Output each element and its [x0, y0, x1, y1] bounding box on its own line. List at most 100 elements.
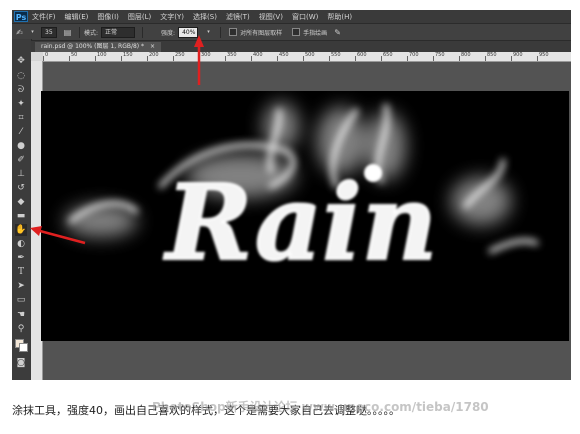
- magic-wand-tool-icon[interactable]: ✦: [15, 98, 27, 110]
- strength-input[interactable]: 40%: [178, 26, 199, 38]
- menu-file[interactable]: 文件(F): [32, 12, 56, 22]
- pressure-icon[interactable]: ✎: [333, 28, 342, 37]
- rain-artwork-text: Rain: [163, 161, 437, 284]
- ruler-tick-line: [407, 56, 408, 61]
- ruler-tick-label: 350: [227, 52, 237, 58]
- menu-window[interactable]: 窗口(W): [292, 12, 318, 22]
- smoke-text-artwork: Rain: [65, 102, 539, 285]
- shape-tool-icon[interactable]: ▭: [15, 294, 27, 306]
- mode-label: 模式:: [84, 29, 99, 37]
- clone-stamp-tool-icon[interactable]: ⊥: [15, 168, 27, 180]
- document-tab-label: rain.psd @ 100% (图层 1, RGB/8) *: [41, 43, 145, 50]
- ruler-tick-label: 0: [45, 52, 49, 58]
- photoshop-logo: Ps: [14, 11, 28, 22]
- sample-all-layers-checkbox[interactable]: [229, 28, 238, 36]
- ruler-tick-line: [95, 56, 96, 61]
- ruler-tick-line: [43, 56, 44, 61]
- finger-painting-checkbox[interactable]: [292, 28, 301, 36]
- path-selection-tool-icon[interactable]: ➤: [15, 280, 27, 292]
- document-canvas[interactable]: Rain: [41, 91, 569, 341]
- lasso-tool-icon[interactable]: ᘐ: [15, 84, 27, 96]
- ruler-tick-line: [303, 56, 304, 61]
- document-tab-bar: rain.psd @ 100% (图层 1, RGB/8) * ×: [31, 41, 571, 52]
- chevron-down-icon[interactable]: ▾: [30, 28, 35, 37]
- menu-select[interactable]: 选择(S): [193, 12, 217, 22]
- close-icon[interactable]: ×: [150, 43, 155, 50]
- move-tool-icon[interactable]: ✥: [15, 55, 27, 67]
- ruler-tick-line: [433, 56, 434, 61]
- ruler-tick-label: 250: [175, 52, 185, 58]
- ruler-tick-label: 150: [123, 52, 133, 58]
- menu-help[interactable]: 帮助(H): [327, 12, 352, 22]
- ruler-tick-label: 500: [305, 52, 315, 58]
- menu-filter[interactable]: 滤镜(T): [226, 12, 250, 22]
- history-brush-tool-icon[interactable]: ↺: [15, 182, 27, 194]
- mode-select[interactable]: 正常: [101, 26, 136, 38]
- ruler-tick-label: 200: [149, 52, 159, 58]
- brush-size-picker[interactable]: 35: [41, 26, 57, 38]
- dodge-tool-icon[interactable]: ◐: [15, 238, 27, 250]
- crop-tool-icon[interactable]: ⌗: [15, 112, 27, 124]
- ruler-origin[interactable]: [31, 52, 43, 61]
- ruler-tick-line: [381, 56, 382, 61]
- watermark: PhotoShop新手设计论坛 www.uneco.com/tieba/1780: [152, 400, 489, 414]
- ruler-tick-line: [537, 56, 538, 61]
- quick-mask-icon[interactable]: ◙: [15, 357, 27, 369]
- ruler-tick-line: [69, 56, 70, 61]
- tools-panel: ✥ ◌ ᘐ ✦ ⌗ ⁄ ● ✐ ⊥ ↺ ◆ ▬ ✋ ◐ ✒ T ➤ ▭ ☚ ⚲ …: [12, 39, 32, 380]
- ruler-tick-line: [355, 56, 356, 61]
- ruler-tick-line: [147, 56, 148, 61]
- document-tab[interactable]: rain.psd @ 100% (图层 1, RGB/8) * ×: [35, 42, 161, 52]
- ruler-tick-label: 450: [279, 52, 289, 58]
- ruler-tick-line: [225, 56, 226, 61]
- color-swatches-icon[interactable]: [15, 339, 28, 352]
- ruler-tick-label: 600: [357, 52, 367, 58]
- finger-painting-label: 手指绘画: [303, 29, 328, 37]
- ruler-tick-label: 650: [383, 52, 393, 58]
- ruler-tick-line: [251, 56, 252, 61]
- ruler-tick-line: [121, 56, 122, 61]
- divider: [142, 26, 144, 38]
- pen-tool-icon[interactable]: ✒: [15, 252, 27, 264]
- tool-options-bar: ✍ ▾ 35 ▤ 模式: 正常 强度: 40% ▾ 对所有图层取样 手指绘画 ✎: [12, 23, 571, 41]
- ruler-tick-line: [485, 56, 486, 61]
- menu-view[interactable]: 视图(V): [259, 12, 283, 22]
- ruler-tick-label: 50: [71, 52, 78, 58]
- eraser-tool-icon[interactable]: ◆: [15, 196, 27, 208]
- ruler-tick-label: 900: [513, 52, 523, 58]
- strength-slider-chevron-icon[interactable]: ▾: [204, 28, 213, 37]
- ruler-tick-label: 850: [487, 52, 497, 58]
- ruler-tick-label: 400: [253, 52, 263, 58]
- strength-label: 强度:: [161, 29, 176, 37]
- healing-brush-tool-icon[interactable]: ●: [15, 140, 27, 152]
- menu-image[interactable]: 图像(I): [97, 12, 119, 22]
- ruler-tick-label: 700: [409, 52, 419, 58]
- ruler-tick-line: [511, 56, 512, 61]
- smudge-tool-preset-icon[interactable]: ✍: [15, 28, 24, 37]
- divider: [79, 26, 80, 38]
- gradient-tool-icon[interactable]: ▬: [15, 210, 27, 222]
- ruler-tick-line: [329, 56, 330, 61]
- menu-layer[interactable]: 图层(L): [128, 12, 151, 22]
- ruler-tick-label: 100: [97, 52, 107, 58]
- ruler-tick-line: [173, 56, 174, 61]
- ruler-tick-label: 800: [461, 52, 471, 58]
- brush-tool-icon[interactable]: ✐: [15, 154, 27, 166]
- eyedropper-tool-icon[interactable]: ⁄: [15, 126, 27, 138]
- type-tool-icon[interactable]: T: [15, 266, 27, 278]
- zoom-tool-icon[interactable]: ⚲: [15, 323, 27, 335]
- ruler-tick-label: 550: [331, 52, 341, 58]
- menu-bar: Ps 文件(F) 编辑(E) 图像(I) 图层(L) 文字(Y) 选择(S) 滤…: [12, 10, 571, 23]
- hand-tool-icon[interactable]: ☚: [15, 309, 27, 321]
- ruler-tick-line: [199, 56, 200, 61]
- ruler-tick-line: [459, 56, 460, 61]
- marquee-tool-icon[interactable]: ◌: [15, 70, 27, 82]
- artwork-text: Rain: [162, 160, 438, 285]
- smudge-tool-icon[interactable]: ✋: [15, 224, 27, 236]
- menu-type[interactable]: 文字(Y): [160, 12, 184, 22]
- horizontal-ruler[interactable]: 0 50 100 150 200 250 300 350 400 450 500 550 600 650 7…: [43, 52, 571, 62]
- menu-edit[interactable]: 编辑(E): [65, 12, 89, 22]
- divider: [220, 26, 222, 38]
- ruler-tick-label: 750: [435, 52, 445, 58]
- brush-panel-icon[interactable]: ▤: [63, 28, 72, 37]
